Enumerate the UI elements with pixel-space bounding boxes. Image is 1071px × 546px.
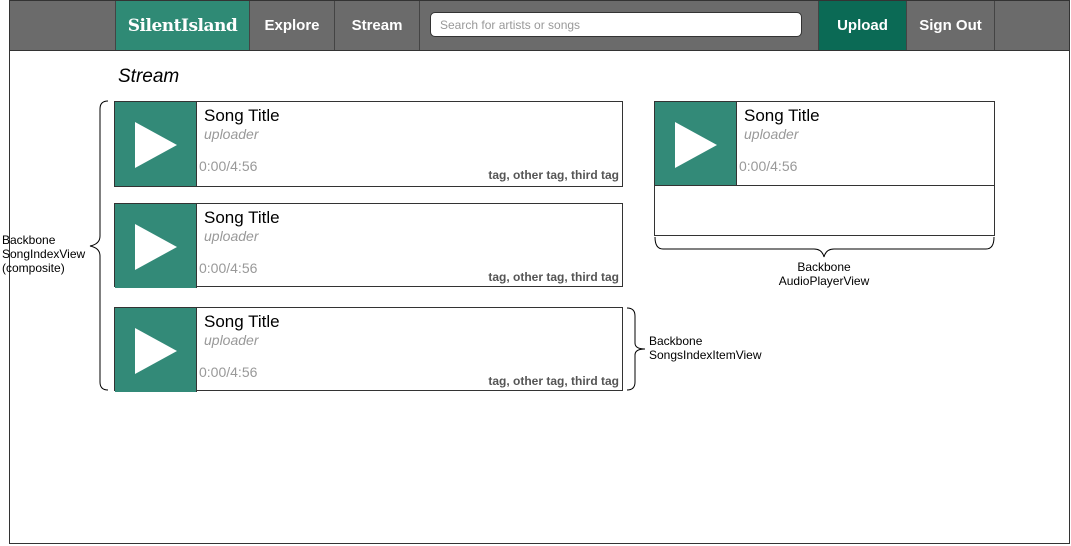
song-tags[interactable]: tag, other tag, third tag (488, 374, 619, 388)
song-card[interactable]: Song Title uploader 0:00/4:56 tag, other… (114, 203, 623, 288)
nav-stream-link[interactable]: Stream (335, 1, 420, 50)
song-time: 0:00/4:56 (199, 364, 258, 380)
brand-logo[interactable]: SilentIsland (115, 1, 250, 50)
audio-player-view-label: Backbone AudioPlayerView (778, 260, 870, 288)
play-icon[interactable] (135, 328, 177, 374)
audio-player-view-brace (654, 236, 995, 258)
upload-button[interactable]: Upload (819, 1, 907, 50)
audio-player-controls-area (654, 185, 995, 236)
song-title[interactable]: Song Title (204, 106, 280, 126)
song-tags[interactable]: tag, other tag, third tag (488, 270, 619, 284)
top-nav-bar: SilentIsland Explore Stream Upload Sign … (9, 0, 1070, 51)
nav-explore-link[interactable]: Explore (250, 1, 335, 50)
search-container (420, 1, 819, 50)
song-thumbnail[interactable] (115, 308, 197, 392)
song-card[interactable]: Song Title uploader 0:00/4:56 tag, other… (114, 307, 623, 392)
songs-index-item-view-brace (626, 307, 646, 391)
sign-out-button[interactable]: Sign Out (907, 1, 995, 50)
songs-index-item-view-label: Backbone SongsIndexItemView (649, 334, 762, 362)
play-icon[interactable] (675, 122, 717, 168)
player-time: 0:00/4:56 (739, 158, 798, 174)
song-thumbnail[interactable] (115, 102, 197, 186)
player-song-title: Song Title (744, 106, 820, 125)
song-thumbnail[interactable] (115, 204, 197, 288)
page-title: Stream (118, 66, 180, 87)
song-uploader[interactable]: uploader (204, 332, 259, 348)
song-time: 0:00/4:56 (199, 158, 258, 174)
audio-player: Song Title uploader 0:00/4:56 (654, 101, 995, 186)
search-input[interactable] (430, 12, 802, 37)
song-uploader[interactable]: uploader (204, 228, 259, 244)
song-index-view-label: Backbone SongIndexView (composite) (2, 233, 86, 275)
song-card[interactable]: Song Title uploader 0:00/4:56 tag, other… (114, 101, 623, 187)
song-title[interactable]: Song Title (204, 312, 280, 332)
song-time: 0:00/4:56 (199, 260, 258, 276)
play-icon[interactable] (135, 122, 177, 168)
song-index-view-brace (89, 100, 109, 391)
song-title[interactable]: Song Title (204, 208, 280, 228)
song-tags[interactable]: tag, other tag, third tag (488, 168, 619, 182)
song-uploader[interactable]: uploader (204, 126, 259, 142)
play-icon[interactable] (135, 224, 177, 270)
player-uploader[interactable]: uploader (744, 126, 799, 142)
player-thumbnail[interactable] (655, 102, 737, 186)
